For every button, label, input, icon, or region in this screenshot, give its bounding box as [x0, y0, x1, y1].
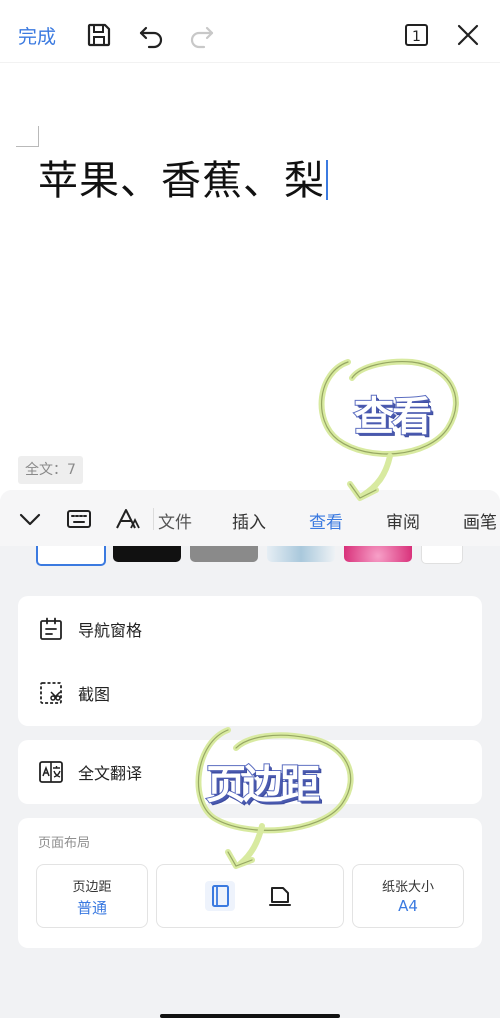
text-style-icon[interactable] [114, 505, 142, 533]
keyboard-icon[interactable] [65, 505, 93, 533]
tab-separator [153, 508, 154, 530]
word-count-badge: 全文：7 [18, 456, 83, 484]
style-thumb-gray[interactable] [190, 546, 258, 562]
style-thumb-pink[interactable] [344, 546, 412, 562]
page-layout-card: 页面布局 页边距 普通 纸张大小 A4 [18, 818, 482, 948]
style-thumb-white[interactable] [36, 546, 106, 566]
style-thumb-black[interactable] [113, 546, 181, 562]
menu-item-navigation-pane[interactable]: 导航窗格 [38, 614, 142, 644]
paper-size-option[interactable]: 纸张大小 A4 [352, 864, 464, 928]
undo-icon[interactable] [136, 20, 166, 50]
top-toolbar: 完成 1 [0, 0, 500, 62]
close-icon[interactable] [453, 20, 483, 50]
annotation-view-sticker: 查看 [353, 393, 433, 441]
translate-icon [39, 761, 63, 783]
portrait-icon[interactable] [205, 881, 235, 911]
page-count-icon[interactable]: 1 [402, 20, 432, 50]
page-corner-mark [16, 126, 39, 147]
style-thumb-landscape[interactable] [267, 546, 335, 562]
text-cursor [326, 160, 328, 200]
toolbar-divider [0, 62, 500, 63]
paper-size-value: A4 [398, 897, 418, 915]
menu-item-label: 全文翻译 [78, 764, 143, 783]
style-thumbnails [0, 546, 500, 566]
paper-size-label: 纸张大小 [381, 880, 434, 895]
redo-icon[interactable] [187, 20, 217, 50]
svg-text:1: 1 [412, 29, 421, 45]
navigation-pane-icon [40, 617, 62, 640]
landscape-icon[interactable] [265, 881, 295, 911]
tab-review[interactable]: 审阅 [386, 508, 420, 533]
tab-pen[interactable]: 画笔 [463, 508, 497, 533]
style-thumb-more[interactable] [421, 546, 463, 564]
orientation-option [156, 864, 344, 928]
menu-item-label: 截图 [78, 685, 111, 704]
done-button[interactable]: 完成 [18, 22, 56, 49]
view-options-card: 导航窗格 截图 [18, 596, 482, 726]
margin-option[interactable]: 页边距 普通 [36, 864, 148, 928]
section-title: 页面布局 [38, 836, 91, 851]
annotation-margin-sticker: 页边距 [205, 761, 321, 809]
menu-item-translate[interactable]: 全文翻译 [38, 757, 142, 787]
document-body[interactable]: 苹果、香蕉、梨 [38, 148, 328, 206]
tab-file[interactable]: 文件 [158, 508, 192, 533]
collapse-chevron-icon[interactable] [16, 505, 44, 533]
tab-view[interactable]: 查看 [309, 508, 343, 533]
tab-insert[interactable]: 插入 [232, 508, 266, 533]
margin-value: 普通 [76, 899, 107, 917]
document-text[interactable]: 苹果、香蕉、梨 [38, 158, 325, 204]
home-indicator [160, 1014, 340, 1018]
screenshot-icon [40, 682, 62, 704]
margin-label: 页边距 [72, 880, 112, 895]
menu-item-label: 导航窗格 [78, 621, 143, 640]
save-icon[interactable] [84, 20, 114, 50]
menu-item-screenshot[interactable]: 截图 [38, 678, 110, 708]
